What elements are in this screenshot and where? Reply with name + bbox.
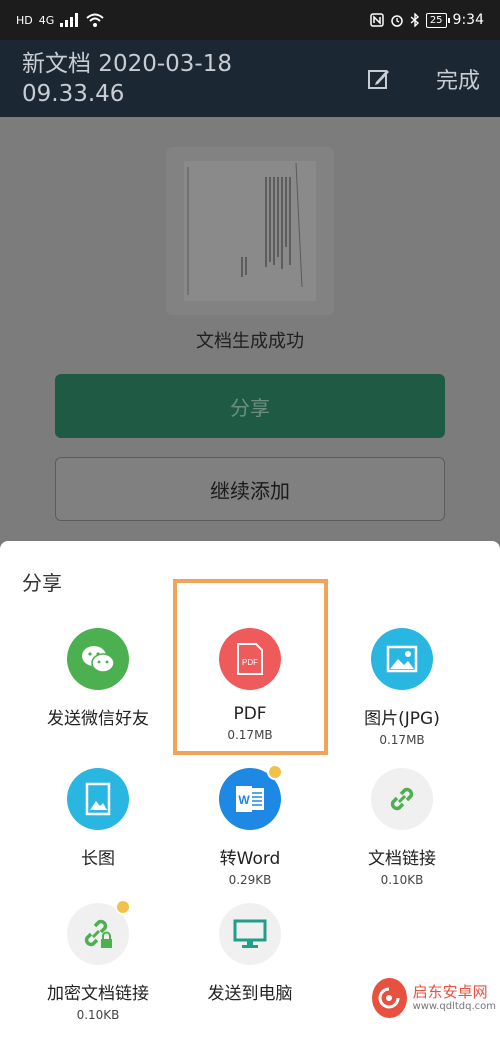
main-area: 文档生成成功 分享 继续添加 xyxy=(0,117,500,541)
status-bar: HD 4G 25 9:34 xyxy=(0,0,500,40)
clock: 9:34 xyxy=(452,12,484,28)
option-label: 发送到电脑 xyxy=(207,984,293,1004)
document-title: 新文档 2020-03-18 09.33.46 xyxy=(22,50,232,107)
done-button[interactable]: 完成 xyxy=(436,63,480,95)
document-thumbnail[interactable] xyxy=(166,147,334,315)
signal-type: 4G xyxy=(38,13,55,27)
alarm-icon xyxy=(391,15,403,27)
svg-text:PDF: PDF xyxy=(242,658,258,667)
option-label: PDF xyxy=(233,704,267,724)
bluetooth-icon xyxy=(410,13,419,27)
option-label: 长图 xyxy=(81,849,115,869)
share-option-long-image[interactable]: 长图 xyxy=(15,768,181,869)
word-icon: W xyxy=(219,764,283,830)
app-header: 新文档 2020-03-18 09.33.46 完成 xyxy=(0,40,500,117)
premium-crown-icon xyxy=(115,899,131,915)
share-option-word[interactable]: W 转Word 0.29KB xyxy=(167,764,333,887)
option-label: 图片(JPG) xyxy=(364,709,440,729)
lock-link-icon xyxy=(67,899,131,965)
document-preview-icon xyxy=(184,161,316,301)
share-sheet: 分享 发送微信好友 PDF PDF 0.17MB 图片(JPG) 0.17MB … xyxy=(0,541,500,1039)
option-size: 0.17MB xyxy=(379,733,425,747)
option-size: 0.10KB xyxy=(380,873,424,887)
watermark-name: 启东安卓网 xyxy=(412,983,488,1001)
computer-icon xyxy=(219,903,281,965)
share-option-doc-link[interactable]: 文档链接 0.10KB xyxy=(319,768,485,887)
svg-text:W: W xyxy=(238,793,250,807)
share-option-pdf[interactable]: PDF PDF 0.17MB xyxy=(167,628,333,742)
share-option-encrypted-link[interactable]: 加密文档链接 0.10KB xyxy=(15,899,181,1022)
long-image-icon xyxy=(67,768,129,830)
nfc-icon xyxy=(370,13,384,27)
wechat-icon xyxy=(67,628,129,690)
option-label: 转Word xyxy=(219,849,281,869)
premium-crown-icon xyxy=(267,764,283,780)
wifi-icon xyxy=(86,13,104,27)
pdf-icon: PDF xyxy=(219,628,281,690)
option-label: 文档链接 xyxy=(368,849,436,869)
link-icon xyxy=(371,768,433,830)
option-size: 0.17MB xyxy=(227,728,273,742)
share-sheet-title: 分享 xyxy=(22,571,62,595)
watermark-url: www.qdltdq.com xyxy=(412,1001,496,1012)
option-size: 0.10KB xyxy=(76,1008,120,1022)
option-label: 发送微信好友 xyxy=(47,709,149,729)
option-size: 0.29KB xyxy=(228,873,272,887)
signal-icon xyxy=(60,13,79,27)
share-button[interactable]: 分享 xyxy=(55,374,445,438)
option-label: 加密文档链接 xyxy=(47,984,149,1004)
network-badge: HD xyxy=(16,13,33,27)
continue-add-button[interactable]: 继续添加 xyxy=(55,457,445,521)
battery-indicator: 25 xyxy=(425,12,450,28)
image-icon xyxy=(371,628,433,690)
share-option-jpg[interactable]: 图片(JPG) 0.17MB xyxy=(319,628,485,747)
share-option-wechat[interactable]: 发送微信好友 xyxy=(15,628,181,729)
watermark-logo-icon xyxy=(372,978,407,1018)
share-option-send-to-computer[interactable]: 发送到电脑 xyxy=(167,903,333,1004)
success-message: 文档生成成功 xyxy=(196,331,304,352)
watermark: 启东安卓网 www.qdltdq.com xyxy=(372,968,496,1028)
edit-icon[interactable] xyxy=(366,66,392,92)
